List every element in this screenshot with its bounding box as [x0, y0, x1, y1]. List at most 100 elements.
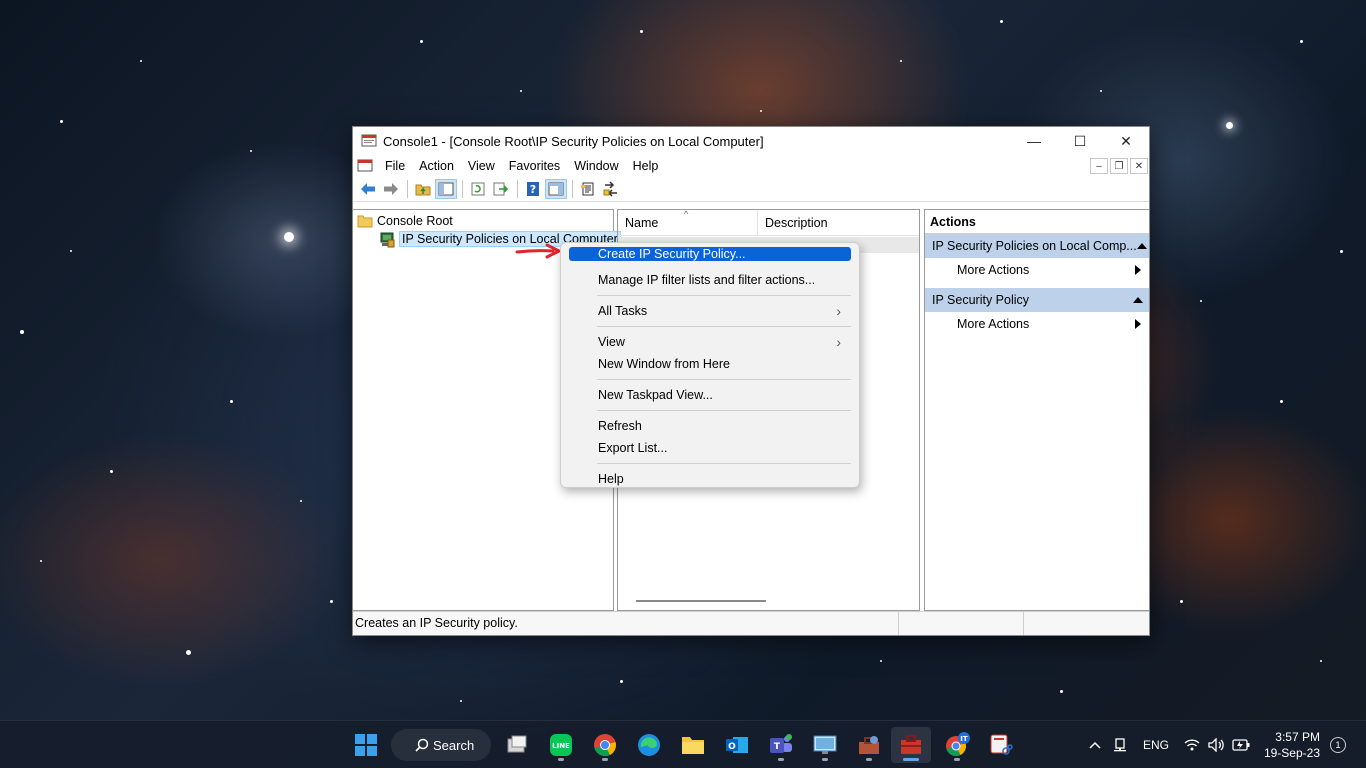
- menu-view[interactable]: View: [462, 155, 503, 177]
- chrome-profile-badge: IT: [960, 735, 968, 743]
- list-header: Name ^ Description: [618, 209, 919, 236]
- collapse-icon[interactable]: [1133, 297, 1143, 303]
- menu-separator: [597, 463, 851, 464]
- menu-item-refresh[interactable]: Refresh: [569, 415, 851, 437]
- taskbar-app-edge[interactable]: [629, 727, 669, 763]
- context-menu: Create IP Security Policy... Manage IP f…: [560, 242, 860, 488]
- menu-help[interactable]: Help: [627, 155, 667, 177]
- actions-group-ip-security-policy[interactable]: IP Security Policy: [925, 288, 1149, 312]
- start-button[interactable]: [346, 727, 386, 763]
- column-label: Name: [625, 215, 659, 230]
- tree-item-label: Console Root: [377, 214, 453, 228]
- svg-text:?: ?: [530, 183, 536, 196]
- menu-favorites[interactable]: Favorites: [503, 155, 568, 177]
- forward-arrow-icon[interactable]: [380, 179, 402, 199]
- more-actions-item[interactable]: More Actions: [925, 258, 1149, 282]
- menu-item-all-tasks[interactable]: All Tasks ›: [569, 300, 851, 322]
- child-restore-button[interactable]: ❐: [1110, 158, 1128, 174]
- menu-item-export-list[interactable]: Export List...: [569, 437, 851, 459]
- taskbar-app-chrome[interactable]: [585, 727, 625, 763]
- menu-item-label: New Taskpad View...: [598, 388, 713, 402]
- task-view-button[interactable]: [497, 727, 537, 763]
- maximize-button[interactable]: ☐: [1057, 127, 1103, 155]
- toolbar: ?: [353, 177, 1149, 202]
- menu-separator: [597, 295, 851, 296]
- edge-icon: [638, 734, 660, 756]
- actions-group-label: IP Security Policy: [932, 293, 1030, 307]
- show-hide-tree-icon[interactable]: [435, 179, 457, 199]
- tree-item-console-root[interactable]: Console Root: [353, 212, 613, 230]
- menu-item-help[interactable]: Help: [569, 468, 851, 490]
- menu-item-create-ip-security-policy[interactable]: Create IP Security Policy...: [569, 247, 851, 261]
- ip-security-icon: [379, 232, 395, 248]
- taskbar-app-remote-desktop[interactable]: [805, 727, 845, 763]
- show-hidden-icons-button[interactable]: [1088, 721, 1102, 768]
- taskbar-app-teams[interactable]: T: [761, 727, 801, 763]
- mmc-app-icon: [361, 133, 377, 149]
- column-header-description[interactable]: Description: [758, 210, 828, 236]
- taskbar-app-file-explorer[interactable]: [673, 727, 713, 763]
- menu-item-new-window-from-here[interactable]: New Window from Here: [569, 353, 851, 375]
- help-icon[interactable]: ?: [522, 179, 544, 199]
- console-menu-icon[interactable]: [357, 158, 373, 174]
- task-view-icon: [507, 735, 527, 753]
- column-header-name[interactable]: Name ^: [618, 209, 758, 236]
- chrome-icon: [594, 734, 616, 757]
- tray-network-device-icon[interactable]: [1113, 721, 1129, 768]
- taskbar-app-chrome-profile[interactable]: IT: [937, 727, 977, 763]
- taskbar-search[interactable]: Search: [391, 729, 491, 761]
- export-list-icon[interactable]: [490, 179, 512, 199]
- more-actions-label: More Actions: [957, 317, 1030, 331]
- volume-icon[interactable]: [1208, 721, 1226, 768]
- actions-group-label: IP Security Policies on Local Comp...: [932, 239, 1137, 253]
- status-bar: Creates an IP Security policy.: [353, 611, 1149, 635]
- search-icon: [415, 738, 429, 752]
- back-arrow-icon[interactable]: [357, 179, 379, 199]
- notification-badge[interactable]: 1: [1330, 737, 1346, 753]
- mmc-app-icon: [901, 735, 921, 754]
- taskbar-app-snipping-tool[interactable]: [981, 727, 1021, 763]
- clock-date: 19-Sep-23: [1263, 746, 1320, 760]
- child-close-button[interactable]: ✕: [1130, 158, 1148, 174]
- status-cell: [899, 612, 1024, 635]
- manage-filters-icon[interactable]: [577, 179, 599, 199]
- menu-item-manage-ip-filter-lists[interactable]: Manage IP filter lists and filter action…: [569, 269, 851, 291]
- taskbar-app-toolbox[interactable]: [849, 727, 889, 763]
- menu-item-view[interactable]: View ›: [569, 331, 851, 353]
- language-indicator[interactable]: ENG: [1143, 721, 1169, 768]
- policy-agent-icon[interactable]: [600, 179, 622, 199]
- battery-icon[interactable]: [1232, 721, 1250, 768]
- menu-file[interactable]: File: [379, 155, 413, 177]
- collapse-icon[interactable]: [1136, 243, 1147, 249]
- refresh-icon[interactable]: [467, 179, 489, 199]
- title-bar[interactable]: Console1 - [Console Root\IP Security Pol…: [353, 127, 1149, 155]
- outlook-icon: O: [726, 737, 748, 753]
- up-folder-icon[interactable]: [412, 179, 434, 199]
- clock-time: 3:57 PM: [1275, 730, 1320, 744]
- menu-item-label: Help: [598, 472, 624, 486]
- taskbar-app-mmc[interactable]: [891, 727, 931, 763]
- chevron-up-icon: [1089, 741, 1101, 749]
- menu-item-new-taskpad-view[interactable]: New Taskpad View...: [569, 384, 851, 406]
- menu-action[interactable]: Action: [413, 155, 462, 177]
- taskbar-app-outlook[interactable]: O: [717, 727, 757, 763]
- svg-text:O: O: [728, 742, 736, 752]
- minimize-button[interactable]: —: [1011, 127, 1057, 155]
- show-hide-action-pane-icon[interactable]: [545, 179, 567, 199]
- child-minimize-button[interactable]: –: [1090, 158, 1108, 174]
- wifi-icon[interactable]: [1184, 721, 1200, 768]
- folder-icon: [357, 214, 373, 228]
- menu-item-label: Create IP Security Policy...: [598, 247, 746, 261]
- taskbar-app-line[interactable]: LINE: [541, 727, 581, 763]
- more-actions-item[interactable]: More Actions: [925, 312, 1149, 336]
- folder-icon: [682, 737, 704, 754]
- menu-separator: [597, 379, 851, 380]
- windows-logo-icon: [355, 734, 377, 756]
- menu-separator: [597, 410, 851, 411]
- taskbar-clock[interactable]: 3:57 PM 19-Sep-23: [1262, 729, 1320, 761]
- menu-window[interactable]: Window: [568, 155, 626, 177]
- close-button[interactable]: ✕: [1103, 127, 1149, 155]
- actions-group-ip-security-policies[interactable]: IP Security Policies on Local Comp...: [925, 234, 1149, 258]
- horizontal-scrollbar[interactable]: [636, 600, 766, 602]
- submenu-chevron-icon: ›: [836, 334, 841, 350]
